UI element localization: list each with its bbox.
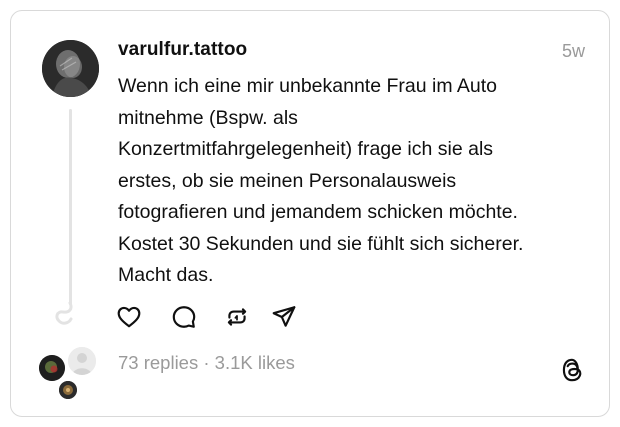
post-text: Wenn ich eine mir unbekannte Frau im Aut… — [118, 71, 598, 292]
repost-icon — [227, 308, 247, 326]
heart-icon — [117, 306, 141, 328]
likes-count[interactable]: 3.1K likes — [215, 352, 295, 373]
threads-logo-icon[interactable] — [559, 356, 585, 384]
replier-avatar[interactable] — [66, 345, 98, 377]
send-icon — [272, 306, 296, 327]
replies-count[interactable]: 73 replies — [118, 352, 198, 373]
post-text-line: mitnehme (Bspw. als — [118, 106, 298, 129]
post-text-line: fotografieren und jemandem schicken möch… — [118, 201, 518, 223]
post-timestamp[interactable]: 5w — [562, 41, 585, 62]
post-text-line: Kostet 30 Sekunden und sie fühlt sich si… — [118, 232, 524, 255]
replier-avatar[interactable] — [59, 381, 77, 399]
author-username[interactable]: varulfur.tattoo — [118, 39, 247, 61]
thread-line — [69, 109, 72, 305]
share-button[interactable] — [271, 304, 297, 330]
stats-separator: · — [203, 352, 210, 373]
reply-button[interactable] — [171, 304, 197, 330]
post-text-line: erstes, ob sie meinen Personalausweis — [118, 169, 457, 192]
speech-bubble-icon — [172, 306, 196, 328]
post-text-line: Wenn ich eine mir unbekannte Frau im Aut… — [118, 75, 498, 97]
thread-curl-icon — [55, 301, 73, 325]
author-avatar[interactable] — [42, 40, 99, 97]
repost-button[interactable] — [224, 304, 250, 330]
post-card[interactable]: varulfur.tattoo 5w Wenn ich eine mir unb… — [10, 10, 610, 417]
post-text-line: Konzertmitfahrgelegenheit) frage ich sie… — [118, 138, 494, 160]
replier-avatar[interactable] — [39, 355, 65, 381]
post-stats: 73 replies · 3.1K likes — [118, 352, 295, 374]
post-text-line: Macht das. — [118, 264, 214, 286]
like-button[interactable] — [116, 304, 142, 330]
